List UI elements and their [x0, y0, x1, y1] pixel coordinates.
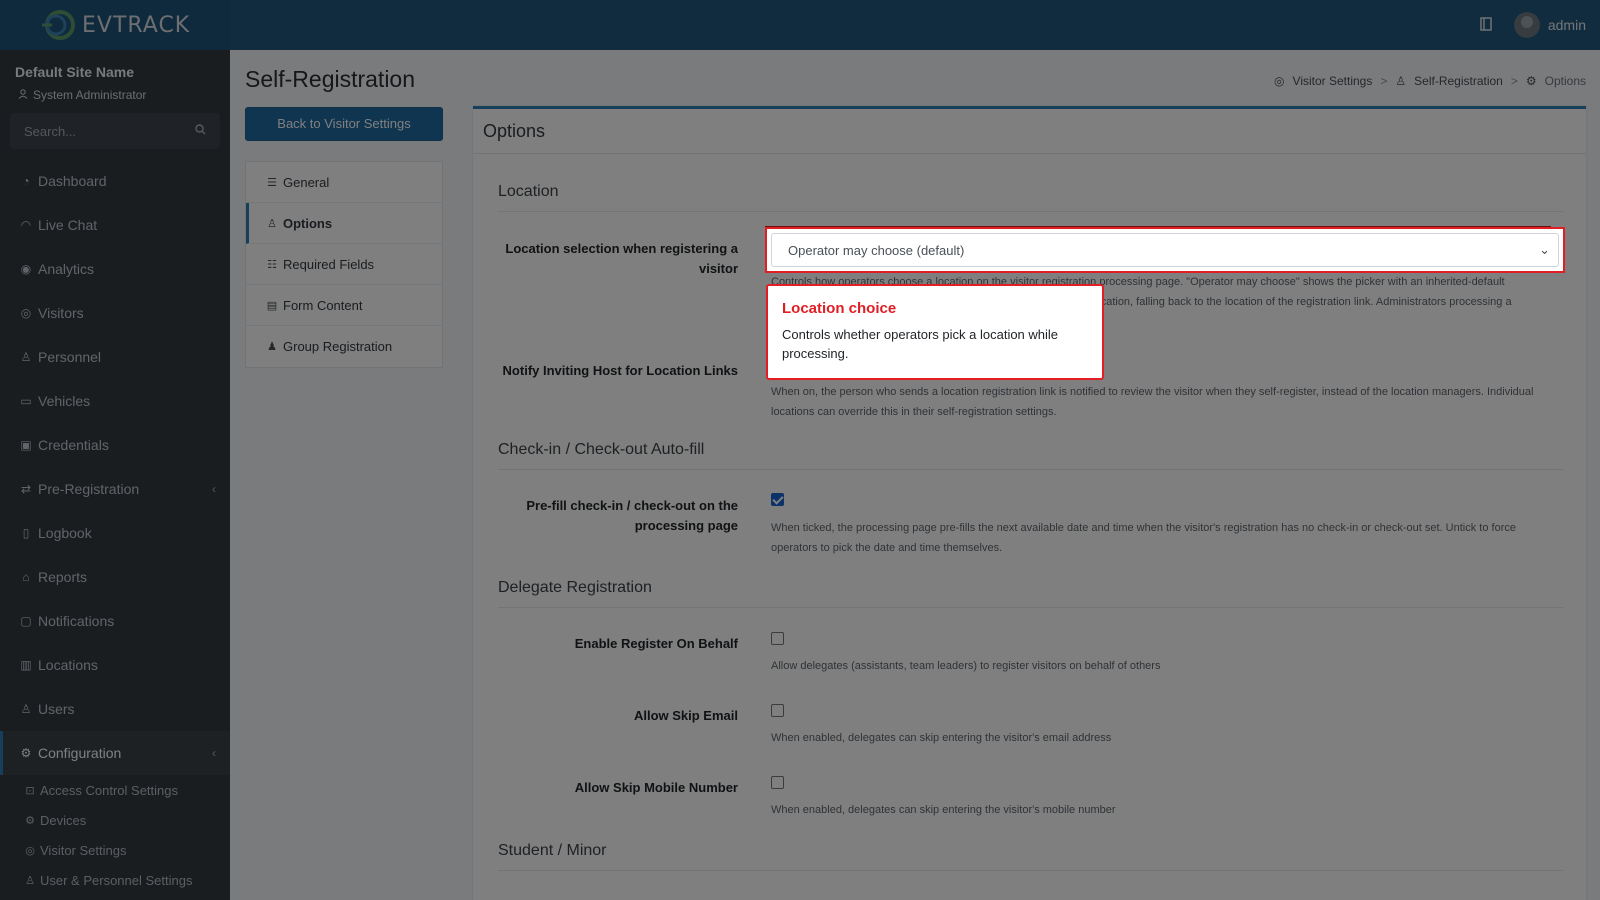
select-value: Operator may choose (default): [788, 242, 965, 258]
tour-overlay[interactable]: [0, 0, 1600, 900]
tour-tooltip: Location choice Controls whether operato…: [766, 284, 1104, 380]
highlighted-select-box[interactable]: Operator may choose (default) ⌄: [771, 233, 1559, 267]
tooltip-title: Location choice: [782, 300, 897, 317]
tooltip-body: Controls whether operators pick a locati…: [782, 327, 1059, 361]
chevron-down-icon: ⌄: [1539, 242, 1550, 257]
highlighted-location-select[interactable]: Operator may choose (default) ⌄: [765, 227, 1565, 273]
